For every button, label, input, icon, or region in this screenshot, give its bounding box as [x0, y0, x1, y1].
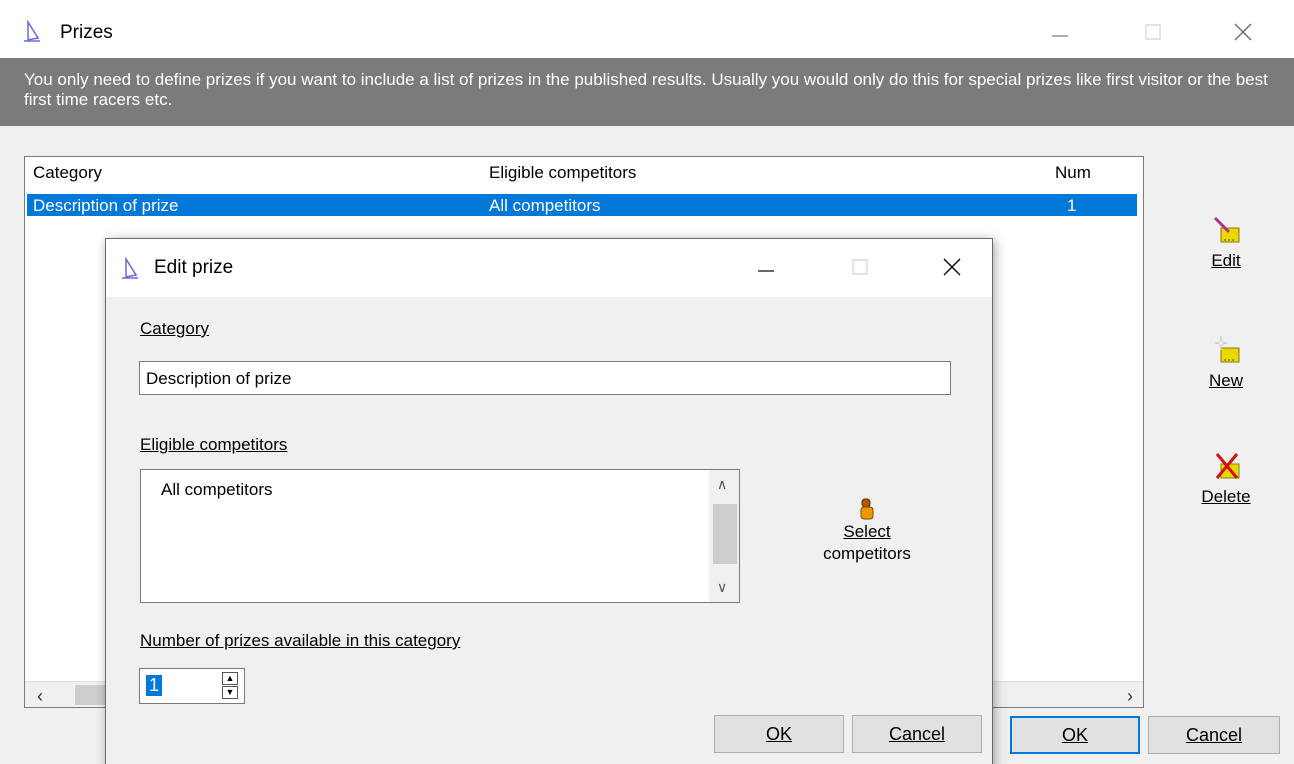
outer-ok-button[interactable]: OK — [1010, 716, 1140, 754]
dialog-cancel-button[interactable]: Cancel — [852, 715, 982, 753]
new-label-text: New — [1208, 371, 1243, 390]
dialog-maximize-icon[interactable] — [840, 247, 880, 287]
select-label-line2: competitors — [823, 544, 911, 563]
edit-label-text: Edit — [1211, 251, 1241, 270]
cell-eligible: All competitors — [489, 196, 601, 215]
scroll-thumb[interactable] — [713, 504, 737, 564]
dialog-close-icon[interactable] — [932, 247, 972, 287]
minimize-icon[interactable] — [1040, 12, 1080, 52]
eligible-competitors-text: All competitors — [161, 480, 273, 499]
column-header-eligible[interactable]: Eligible competitors — [489, 163, 636, 183]
column-header-category[interactable]: Category — [33, 163, 102, 183]
close-icon[interactable] — [1223, 12, 1263, 52]
cell-category: Description of prize — [33, 196, 179, 215]
outer-ok-label: OK — [1061, 724, 1088, 745]
new-star-icon — [1186, 334, 1266, 369]
column-header-num[interactable]: Num — [1055, 163, 1091, 183]
cell-num: 1 — [1067, 196, 1077, 215]
dialog-titlebar: Edit prize — [106, 239, 992, 297]
new-button[interactable]: New — [1186, 334, 1266, 391]
vertical-scrollbar[interactable]: ∧ ∨ — [709, 470, 739, 602]
dialog-ok-button[interactable]: OK — [714, 715, 844, 753]
number-label-text: Number of prizes available in this categ… — [140, 631, 461, 650]
eligible-label-text: Eligible competitors — [140, 435, 288, 454]
scroll-right-icon[interactable]: › — [1127, 686, 1133, 707]
stepper-down-icon[interactable]: ▼ — [222, 686, 238, 699]
edit-pencil-icon — [1186, 214, 1266, 249]
number-of-prizes-stepper[interactable]: 1 ▲ ▼ — [139, 668, 245, 704]
scroll-thumb[interactable] — [75, 685, 105, 705]
stepper-up-icon[interactable]: ▲ — [222, 672, 238, 685]
category-label: Category — [140, 319, 209, 339]
delete-button[interactable]: Delete — [1186, 450, 1266, 507]
eligible-competitors-memo[interactable]: All competitors ∧ ∨ — [140, 469, 740, 603]
maximize-icon[interactable] — [1133, 12, 1173, 52]
edit-button[interactable]: Edit — [1186, 214, 1266, 271]
info-banner: You only need to define prizes if you wa… — [0, 58, 1294, 126]
select-label-line1: Select — [812, 521, 922, 543]
scroll-down-icon[interactable]: ∨ — [717, 579, 727, 596]
category-label-text: Category — [140, 319, 209, 338]
sailboat-app-icon — [120, 256, 140, 286]
delete-label: Delete — [1201, 487, 1250, 506]
dialog-cancel-label: Cancel — [888, 723, 946, 744]
scroll-left-icon[interactable]: ‹ — [37, 686, 43, 707]
number-of-prizes-value[interactable]: 1 — [146, 675, 163, 696]
dialog-title: Edit prize — [154, 257, 234, 278]
window-titlebar: Prizes — [0, 0, 1294, 58]
edit-label: Edit — [1211, 251, 1240, 270]
table-row[interactable]: Description of prize All competitors 1 — [27, 194, 1137, 216]
list-header: Category Eligible competitors Num — [25, 157, 1143, 183]
select-label-line1-text: Select — [843, 522, 891, 541]
delete-x-icon — [1186, 450, 1266, 485]
edit-prize-dialog: Edit prize Category Description of prize… — [105, 238, 993, 764]
outer-cancel-label: Cancel — [1185, 724, 1243, 745]
select-competitors-button[interactable]: Select competitors — [812, 497, 922, 565]
number-label: Number of prizes available in this categ… — [140, 631, 460, 651]
window-title: Prizes — [60, 22, 113, 43]
category-field[interactable]: Description of prize — [139, 361, 951, 395]
sailboat-app-icon — [22, 19, 42, 44]
outer-cancel-button[interactable]: Cancel — [1148, 716, 1280, 754]
stepper-arrows[interactable]: ▲ ▼ — [222, 672, 240, 700]
scroll-up-icon[interactable]: ∧ — [717, 476, 727, 493]
dialog-minimize-icon[interactable] — [746, 247, 786, 287]
new-label: New — [1209, 371, 1243, 390]
delete-label-text: Delete — [1201, 487, 1251, 506]
dialog-ok-label: OK — [765, 723, 792, 744]
eligible-label: Eligible competitors — [140, 435, 287, 455]
select-competitors-icon — [812, 497, 922, 521]
